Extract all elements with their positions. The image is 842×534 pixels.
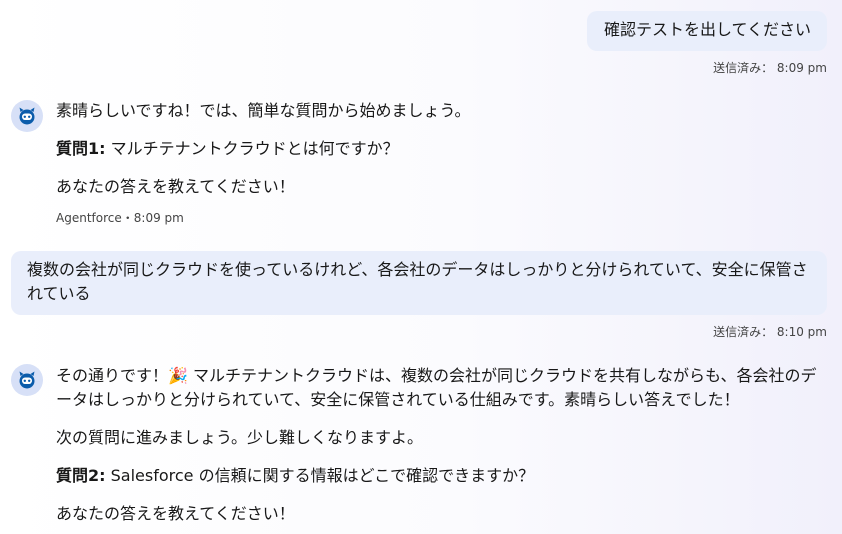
agent-message-meta: Agentforce・8:09 pm <box>56 209 184 226</box>
message-sent-status: 送信済み： 8:09 pm <box>713 61 827 75</box>
meta-separator: ・ <box>121 211 134 225</box>
user-message-text: 複数の会社が同じクラウドを使っているけれど、各会社のデータはしっかりと分けられて… <box>27 260 808 303</box>
agent-message-greeting: 素晴らしいですね！では、簡単な質問から始めましょう。 <box>56 101 471 120</box>
user-message-bubble: 確認テストを出してください <box>586 11 827 51</box>
agent-next-question-intro: 次の質問に進みましょう。少し難しくなりますよ。 <box>56 428 424 447</box>
agent-avatar <box>11 364 43 396</box>
party-popper-icon: 🎉 <box>168 366 188 385</box>
agent-question: 質問1: マルチテナントクラウドとは何ですか？ <box>56 137 399 161</box>
user-message-bubble: 複数の会社が同じクラウドを使っているけれど、各会社のデータはしっかりと分けられて… <box>11 251 827 315</box>
agent-question: 質問2: Salesforce の信頼に関する情報はどこで確認できますか？ <box>56 464 534 488</box>
einstein-bot-icon <box>19 107 35 125</box>
user-message-text: 確認テストを出してください <box>603 20 811 39</box>
agent-answer-prompt: あなたの答えを教えてください！ <box>56 177 295 196</box>
feedback-lead: その通りです！ <box>56 366 169 385</box>
question-text: Salesforce の信頼に関する情報はどこで確認できますか？ <box>105 466 535 485</box>
question-label: 質問1: <box>56 139 106 158</box>
chat-transcript: 確認テストを出してください 送信済み： 8:09 pm 素晴らしいですね！では、… <box>0 0 842 534</box>
question-text: マルチテナントクラウドとは何ですか？ <box>105 139 399 158</box>
agent-message-feedback: その通りです！🎉 マルチテナントクラウドは、複数の会社が同じクラウドを共有しなが… <box>56 364 826 412</box>
message-sent-status: 送信済み： 8:10 pm <box>713 325 827 339</box>
agent-avatar <box>11 100 43 132</box>
agent-sender-name: Agentforce <box>56 211 122 225</box>
question-label: 質問2: <box>56 466 106 485</box>
einstein-bot-icon <box>19 371 35 389</box>
agent-answer-prompt: あなたの答えを教えてください！ <box>56 504 295 523</box>
agent-message-time: 8:09 pm <box>133 211 184 225</box>
